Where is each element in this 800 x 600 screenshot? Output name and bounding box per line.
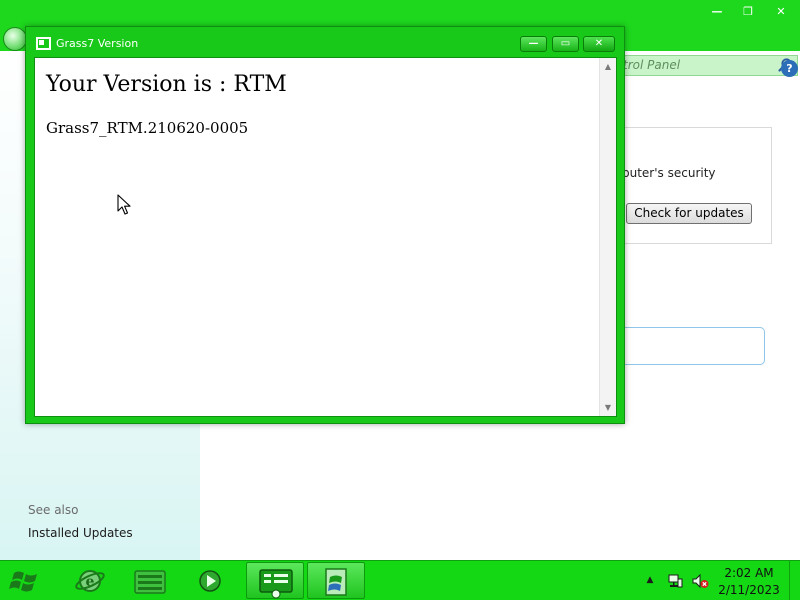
volume-muted-icon[interactable] (691, 573, 709, 589)
taskbar-item-control-panel[interactable] (246, 562, 304, 599)
control-panel-icon (259, 569, 293, 599)
taskbar-item-media-player[interactable] (181, 562, 239, 599)
media-player-icon (199, 570, 221, 592)
taskbar-item-grass7-version[interactable] (307, 562, 365, 599)
see-also-label: See also (28, 503, 79, 517)
build-string: Grass7_RTM.210620-0005 (46, 119, 249, 137)
show-desktop-button[interactable] (789, 561, 800, 600)
version-content-area: Your Version is : RTM Grass7_RTM.210620-… (34, 57, 617, 417)
mouse-cursor-icon (117, 194, 131, 215)
taskbar: e ▲ 2:02 AM 2/11/2023 (0, 560, 800, 600)
search-placeholder: trol Panel (623, 58, 681, 72)
control-panel-minimize-button[interactable]: — (704, 3, 730, 20)
vertical-scrollbar[interactable]: ▲ ▼ (599, 58, 616, 416)
show-hidden-icons-button[interactable]: ▲ (645, 575, 655, 585)
taskbar-item-internet-explorer[interactable]: e (61, 562, 119, 599)
windows-update-panel (600, 127, 772, 244)
control-panel-maximize-button[interactable]: ❐ (735, 3, 761, 20)
ie-icon: e (75, 570, 105, 592)
scroll-up-arrow-icon[interactable]: ▲ (600, 58, 616, 75)
security-text: puter's security (622, 166, 716, 180)
check-for-updates-button[interactable]: Check for updates (626, 203, 752, 224)
window-title: Grass7 Version (56, 37, 139, 50)
start-button[interactable] (8, 564, 44, 598)
network-icon[interactable] (667, 573, 683, 589)
version-heading: Your Version is : RTM (46, 72, 287, 97)
close-button[interactable]: ✕ (583, 36, 615, 52)
grass7-version-window: Grass7 Version — ▭ ✕ Your Version is : R… (25, 26, 625, 424)
installed-updates-link[interactable]: Installed Updates (28, 526, 133, 540)
clock-time[interactable]: 2:02 AM (715, 566, 783, 580)
back-button-orb[interactable] (3, 27, 27, 51)
scroll-down-arrow-icon[interactable]: ▼ (600, 399, 616, 416)
search-input[interactable]: trol Panel (612, 55, 798, 76)
clock-date[interactable]: 2/11/2023 (715, 583, 783, 597)
taskbar-item-windows-explorer[interactable] (121, 562, 179, 599)
control-panel-titlebar: — ❐ ✕ (0, 0, 800, 27)
folder-icon (134, 570, 166, 594)
winver-icon (325, 568, 347, 596)
maximize-button[interactable]: ▭ (552, 36, 579, 52)
minimize-button[interactable]: — (520, 36, 547, 52)
control-panel-close-button[interactable]: ✕ (768, 3, 794, 20)
window-app-icon (36, 37, 51, 50)
help-icon[interactable]: ? (781, 60, 798, 77)
